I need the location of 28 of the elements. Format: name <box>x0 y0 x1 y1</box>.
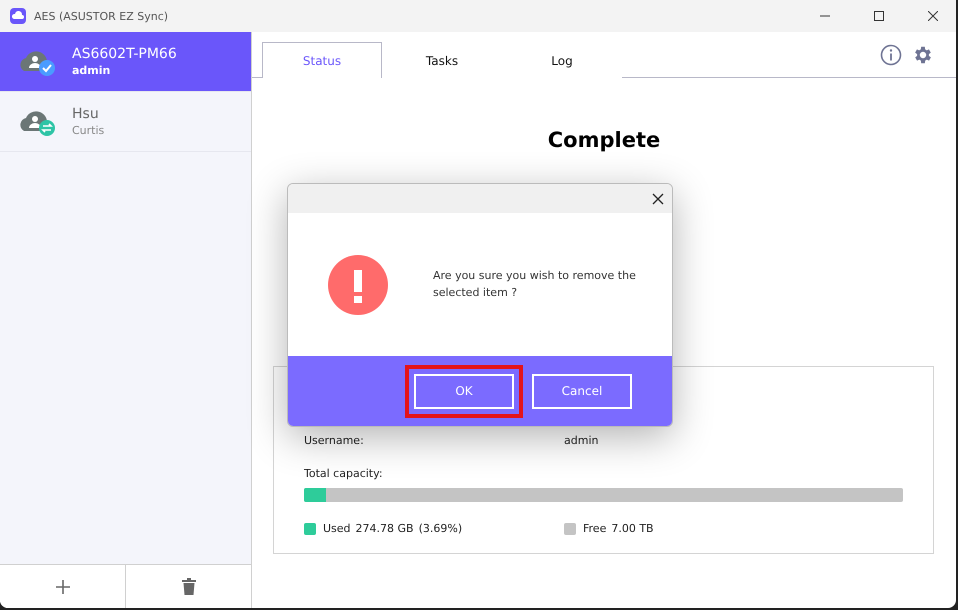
username-value: admin <box>564 434 598 447</box>
device-item[interactable]: AS6602T-PM66 admin <box>0 32 251 92</box>
username-label: Username: <box>304 434 365 447</box>
dialog-button[interactable]: Cancel <box>532 374 632 408</box>
info-icon[interactable] <box>880 44 902 66</box>
plus-icon <box>54 578 70 594</box>
window-title: AES (ASUSTOR EZ Sync) <box>34 10 170 22</box>
legend-amount: 274.78 GB <box>356 522 414 535</box>
legend-amount: 7.00 TB <box>611 522 654 535</box>
close-icon[interactable] <box>652 192 664 204</box>
trash-icon <box>182 578 196 595</box>
close-icon <box>928 11 938 21</box>
device-user: admin <box>72 64 112 77</box>
legend-share: (3.69%) <box>418 522 462 535</box>
status-title: Complete <box>546 128 662 152</box>
legend-label: Free <box>583 522 606 535</box>
legend-label: Used <box>323 522 351 535</box>
device-name: AS6602T-PM66 <box>72 46 177 62</box>
dialog-message: Are you sure you wish to remove the selected item ? <box>433 268 637 300</box>
device-user: Curtis <box>72 124 104 137</box>
capacity-label: Total capacity: <box>304 467 384 480</box>
maximize-icon <box>874 11 884 21</box>
dialog-button[interactable]: OK <box>414 374 514 408</box>
app-logo-icon <box>10 8 26 24</box>
device-name: Hsu <box>72 106 100 122</box>
warning-icon <box>328 254 388 314</box>
tab[interactable]: Status <box>262 42 382 78</box>
device-item[interactable]: Hsu Curtis <box>0 92 251 152</box>
